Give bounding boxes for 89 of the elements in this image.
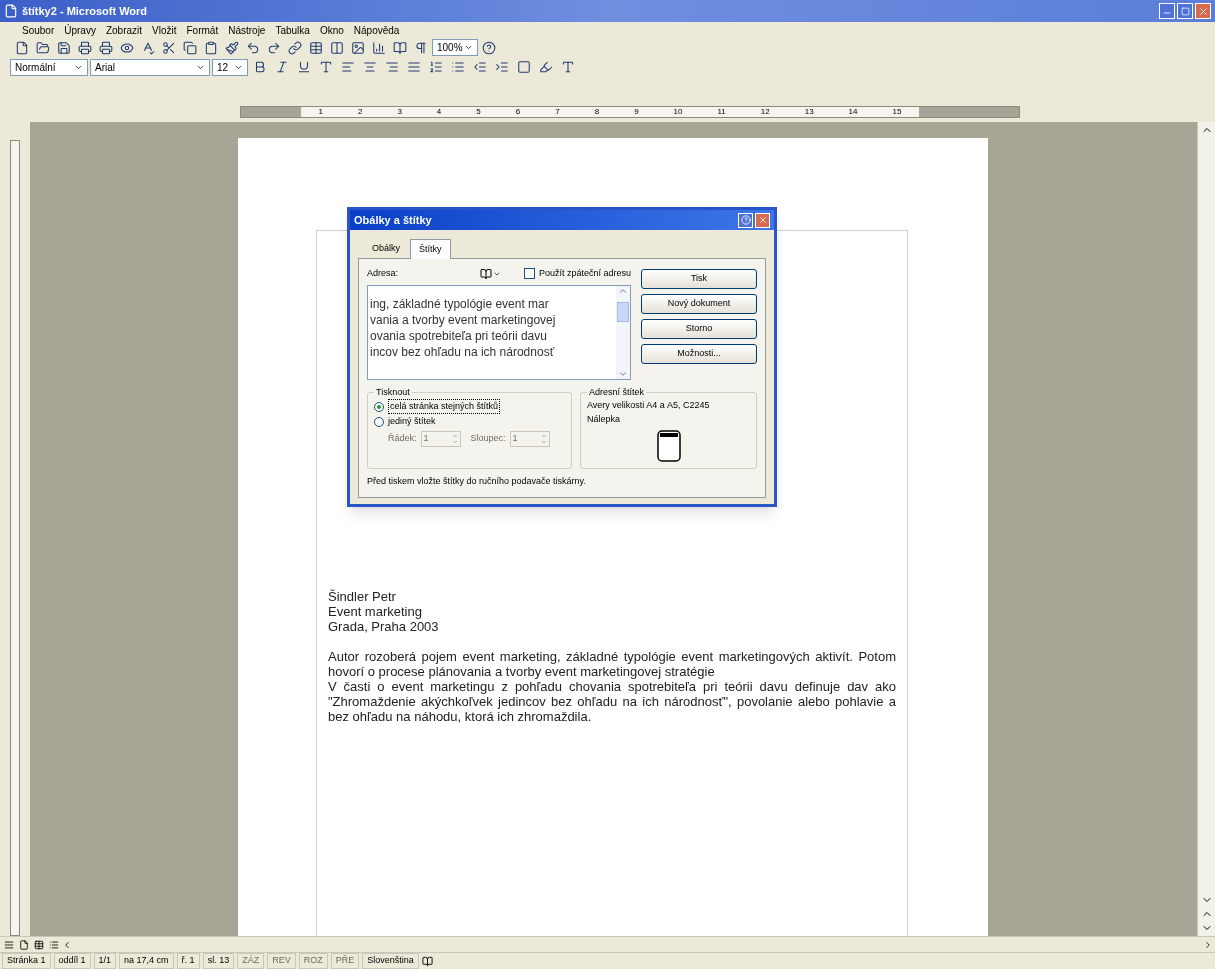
ruler-number: 14 <box>848 108 858 116</box>
dialog-tab[interactable]: Štítky <box>410 239 451 259</box>
ruler-number: 7 <box>555 108 560 116</box>
label-info-text: Nálepka <box>587 412 622 426</box>
close-icon <box>1197 5 1209 17</box>
address-book-button[interactable] <box>480 267 502 280</box>
close-button[interactable] <box>755 212 770 228</box>
zoom-dropdown[interactable]: 100% <box>432 39 478 56</box>
status-field: ř. 1 <box>176 953 200 969</box>
dialog-button[interactable]: Nový dokument <box>641 294 757 314</box>
help-icon <box>740 215 751 225</box>
ruler-number: 15 <box>892 108 902 116</box>
ruler-number: 13 <box>804 108 814 116</box>
group-title: Tisknout <box>375 385 411 399</box>
document-text-line: Šindler Petr <box>328 589 397 604</box>
menu-item[interactable]: Vložit <box>152 22 177 38</box>
document-text-line: Grada, Praha 2003 <box>328 619 440 634</box>
row-label: Řádek: <box>388 432 417 446</box>
address-text-line: ing, základné typológie event mar <box>370 295 550 312</box>
spelling-status-icon <box>421 955 433 967</box>
dialog-button[interactable]: Tisk <box>641 269 757 289</box>
document-text-line: Event marketing <box>328 604 423 619</box>
link-icon[interactable] <box>285 38 305 57</box>
status-field: sl. 13 <box>202 953 235 969</box>
book-icon <box>480 267 493 280</box>
ruler-number: 3 <box>397 108 402 116</box>
return-address-checkbox[interactable]: Použít zpáteční adresu <box>523 267 631 281</box>
status-field: REV <box>267 953 296 969</box>
ruler-number: 2 <box>357 108 363 116</box>
maximize-button[interactable] <box>1177 3 1193 19</box>
scroll-left-icon[interactable] <box>62 939 72 950</box>
dialog-button[interactable]: Možnosti... <box>641 344 757 364</box>
dialog-title: Obálky a štítky <box>354 212 432 228</box>
label-info-text: Avery velikosti A4 a A5, C2245 <box>587 399 711 412</box>
status-field: oddíl 1 <box>53 953 91 969</box>
label-sheet-icon <box>656 430 681 462</box>
menu-item[interactable]: Okno <box>319 22 344 38</box>
address-text-line: ovania spotrebiteľa pri teórii davu <box>370 327 548 344</box>
document-paragraph: Autor rozoberá pojem event marketing, základné typológie event marketingových aktivít. Potom hovorí o procese plánovania a tvorby event marketingovej stratégie <box>328 649 896 679</box>
status-field: 1/1 <box>93 953 117 969</box>
close-icon <box>757 215 768 225</box>
help-button[interactable] <box>738 212 753 228</box>
ruler-number: 10 <box>673 108 683 116</box>
ruler-number: 12 <box>760 108 770 116</box>
document-paragraph: V časti o event marketingu z pohľadu chovania spotrebiteľa pri teórii davu definuje dav ako "Zhromaždenie akýchkoľvek jedincov bez ohľadu na ich národnosť", povolanie alebo pohlavie a bez ohľadu na náhodu, ktorá ich zhromaždila. <box>328 679 896 724</box>
ruler-number: 4 <box>436 108 442 116</box>
document-icon <box>4 4 18 18</box>
minimize-button[interactable] <box>1159 3 1175 19</box>
font-size-dropdown[interactable]: 12 <box>212 58 248 76</box>
status-field: PŘE <box>330 953 360 969</box>
group-title: Adresní štítek <box>588 385 646 399</box>
status-field: Stránka 1 <box>2 953 51 969</box>
ruler-number: 6 <box>515 108 521 116</box>
address-text-line: incov bez ohľadu na ich národnosť <box>370 343 556 360</box>
menu-item[interactable]: Nápověda <box>353 22 400 38</box>
vertical-scrollbar[interactable] <box>616 285 630 379</box>
instruction-text: Před tiskem vložte štítky do ručního podavače tiskárny. <box>367 475 587 488</box>
font-dropdown[interactable]: Arial <box>90 58 210 76</box>
ruler-number: 9 <box>634 108 639 116</box>
scroll-right-icon[interactable] <box>1203 939 1213 950</box>
ruler-number: 8 <box>594 108 600 116</box>
status-field: ROZ <box>298 953 328 969</box>
close-button[interactable] <box>1195 3 1211 19</box>
scroll-thumb[interactable] <box>617 302 629 322</box>
ruler-number: 11 <box>717 108 726 116</box>
window-title: štítky2 - Microsoft Word <box>22 3 148 19</box>
menu-item[interactable]: Nástroje <box>228 22 266 38</box>
menu-item[interactable]: Tabulka <box>275 22 310 38</box>
horizontal-ruler[interactable]: 1 2 3 4 5 6 7 8 9 10 11 12 13 14 15 <box>240 106 1020 118</box>
web-layout-icon[interactable] <box>17 937 31 952</box>
vertical-scrollbar[interactable] <box>1197 122 1215 936</box>
maximize-icon <box>1180 6 1190 16</box>
menu-item[interactable]: Soubor <box>22 22 55 38</box>
address-text-area[interactable]: ing, základné typológie event mar vania a tvorby event marketingovej ovania spotrebiteľa pri teórii davu incov bez ohľadu na ich národnosť <box>367 284 631 380</box>
label-preview-group[interactable]: Adresní štítek Avery velikosti A4 a A5, C2245 Nálepka <box>580 385 757 469</box>
address-text-line: vania a tvorby event marketingovej <box>370 311 557 328</box>
menu-item[interactable]: Formát <box>186 22 219 38</box>
dialog-button[interactable]: Storno <box>641 319 757 339</box>
ruler-number: 1 <box>318 108 323 116</box>
style-dropdown[interactable]: Normální <box>10 58 88 76</box>
status-field: na 17,4 cm <box>119 953 174 969</box>
column-label: Sloupec: <box>470 432 506 446</box>
menu-item[interactable]: Úpravy <box>64 22 96 38</box>
address-label: Adresa: <box>367 267 399 280</box>
status-field: ZÁZ <box>237 953 265 969</box>
ruler-number: 5 <box>476 108 481 116</box>
dialog-tab[interactable]: Obálky <box>364 240 408 258</box>
menu-item[interactable]: Zobrazit <box>105 22 143 38</box>
status-field: Slovenština <box>362 953 419 969</box>
